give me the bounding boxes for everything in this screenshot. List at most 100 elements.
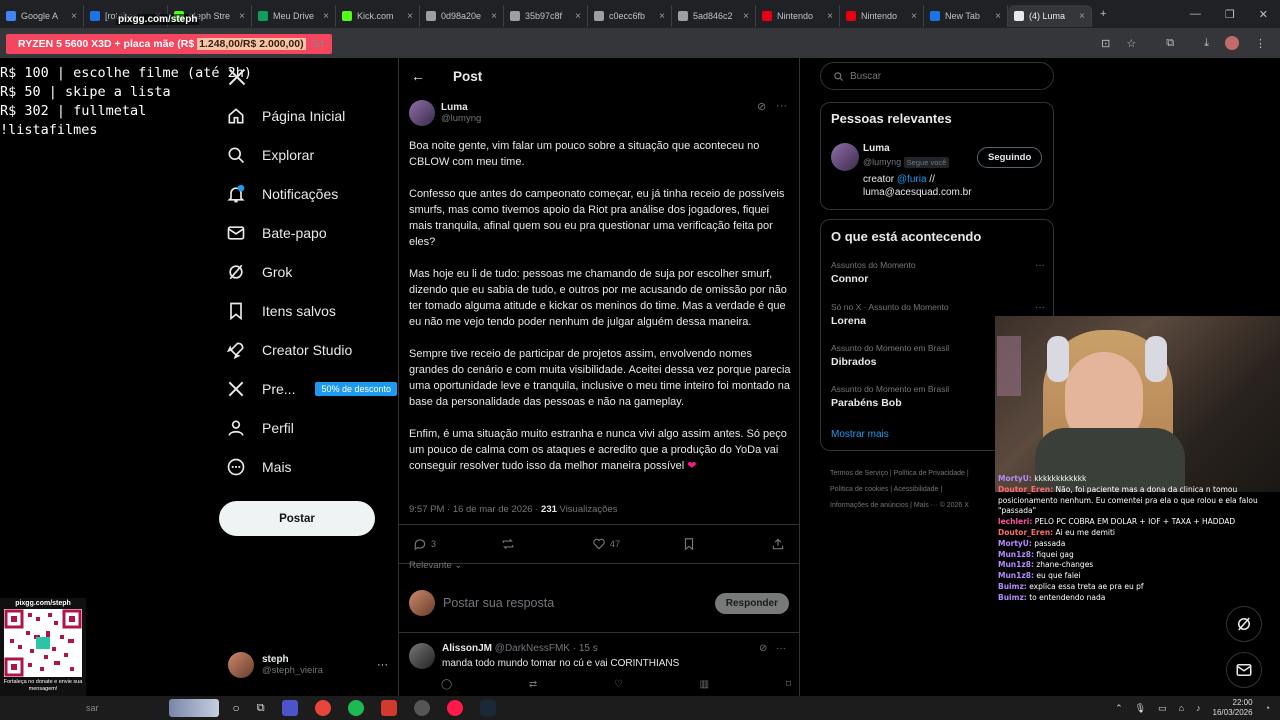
profile-avatar[interactable] — [1225, 36, 1239, 50]
footer-links[interactable]: Política de cookies | Acessibilidade | — [830, 482, 1000, 498]
show-more-link[interactable]: Mostrar mais — [831, 429, 889, 440]
install-icon[interactable]: ⊡ — [1101, 37, 1110, 50]
nav-premium[interactable]: Pre... 50% de desconto — [226, 379, 398, 399]
reply-tweet[interactable]: AlissonJM @DarkNessFMK · 15 s ⊘ ··· mand… — [399, 632, 799, 696]
tab-close-icon[interactable]: × — [491, 11, 497, 22]
chrome-icon[interactable] — [314, 700, 331, 716]
grok-icon[interactable]: ⊘ — [757, 100, 766, 113]
clock[interactable]: 22:00 16/03/2026 — [1213, 698, 1253, 718]
grok-float-button[interactable] — [1226, 606, 1262, 642]
browser-tab[interactable]: 0d98a20e × — [420, 5, 504, 27]
post-button[interactable]: Postar — [219, 501, 375, 536]
widgets-icon[interactable] — [168, 699, 219, 717]
tab-close-icon[interactable]: × — [995, 11, 1001, 22]
nav-explore[interactable]: Explorar — [226, 145, 314, 165]
taskbar-search[interactable]: sar — [86, 703, 99, 713]
share-button[interactable] — [771, 537, 785, 551]
app-icon[interactable] — [281, 700, 298, 716]
sort-dropdown[interactable]: Relevante ⌄ — [409, 560, 462, 571]
browser-tab[interactable]: New Tab × — [924, 5, 1008, 27]
browser-tab[interactable]: 5ad846c2 × — [672, 5, 756, 27]
tab-close-icon[interactable]: × — [575, 11, 581, 22]
nav-home[interactable]: Página Inicial — [226, 106, 345, 126]
reply-submit-button[interactable]: Responder — [714, 592, 789, 614]
close-window-icon[interactable]: ✕ — [1259, 8, 1268, 21]
browser-tab[interactable]: Google A × — [0, 5, 84, 27]
repost-button[interactable] — [501, 537, 515, 551]
trend-item[interactable]: Assuntos do Momento Connor ··· — [831, 260, 1045, 285]
tray-chevron-icon[interactable]: ⌃ — [1115, 703, 1123, 714]
person-name[interactable]: Luma — [863, 143, 890, 154]
nav-more[interactable]: Mais — [226, 457, 292, 477]
more-dots-icon[interactable]: ··· — [377, 659, 388, 671]
following-button[interactable]: Seguindo — [977, 147, 1043, 168]
start-circle-icon[interactable]: ○ — [233, 701, 240, 715]
browser-menu-icon[interactable]: ⋮ — [1255, 37, 1266, 50]
task-view-icon[interactable]: ⧉ — [257, 702, 265, 715]
tab-close-icon[interactable]: × — [1079, 11, 1085, 22]
reply-button[interactable]: 3 — [413, 537, 436, 551]
browser-tab[interactable]: Kick.com × — [336, 5, 420, 27]
tab-close-icon[interactable]: × — [911, 11, 917, 22]
bookmark-star-icon[interactable]: ☆ — [1126, 37, 1136, 50]
browser-tab[interactable]: 35b97c8f × — [504, 5, 588, 27]
footer-links[interactable]: Termos de Serviço | Política de Privacid… — [830, 466, 1000, 482]
repost-icon[interactable]: ⇄ — [529, 679, 537, 690]
browser-tab[interactable]: c0ecc6fb × — [588, 5, 672, 27]
more-dots-icon[interactable]: ··· — [776, 643, 786, 654]
views-icon[interactable]: ▥ — [700, 679, 709, 690]
search-box[interactable]: Buscar — [820, 62, 1054, 90]
tab-close-icon[interactable]: × — [407, 11, 413, 22]
bookmark-button[interactable] — [682, 537, 696, 551]
nav-notifications[interactable]: Notificações — [226, 184, 338, 204]
browser-tab[interactable]: Nintendo × — [840, 5, 924, 27]
back-arrow-icon[interactable]: ← — [411, 68, 425, 84]
notification-icon[interactable]: ◔ — [1265, 703, 1270, 713]
maximize-icon[interactable]: ❐ — [1225, 8, 1235, 21]
extensions-icon[interactable]: ⧉ — [1166, 37, 1174, 50]
footer-links[interactable]: Informações de anúncios | Mais ··· © 202… — [830, 498, 1000, 514]
reply-icon[interactable]: ◯ — [441, 679, 452, 690]
minimize-icon[interactable]: — — [1190, 8, 1201, 20]
nav-creator-studio[interactable]: Creator Studio — [226, 340, 352, 360]
new-tab-icon[interactable]: + — [1100, 8, 1106, 20]
search-input[interactable]: Buscar — [850, 71, 881, 82]
nav-chat[interactable]: Bate-papo — [226, 223, 327, 243]
bio-link[interactable]: @furia — [897, 174, 927, 185]
messages-float-button[interactable] — [1226, 652, 1262, 688]
avatar[interactable] — [831, 143, 859, 171]
tab-close-icon[interactable]: × — [323, 11, 329, 22]
more-dots-icon[interactable]: ··· — [1035, 260, 1045, 271]
volume-icon[interactable]: ♪ — [1196, 703, 1201, 713]
browser-tab[interactable]: (4) Luma × — [1008, 5, 1092, 27]
post-author[interactable]: Luma @lumyng — [409, 100, 481, 126]
reply-input[interactable]: Postar sua resposta — [443, 596, 554, 610]
bookmark-icon[interactable]: ⌑ — [786, 679, 791, 690]
tab-close-icon[interactable]: × — [239, 11, 245, 22]
opera-icon[interactable] — [446, 700, 463, 716]
tab-close-icon[interactable]: × — [827, 11, 833, 22]
download-icon[interactable]: ⤓ — [1204, 37, 1209, 50]
account-switcher[interactable]: steph @steph_vieira ··· — [228, 652, 388, 678]
more-dots-icon[interactable]: ··· — [1035, 302, 1045, 313]
browser-tab[interactable]: Meu Drive × — [252, 5, 336, 27]
spotify-icon[interactable] — [347, 700, 364, 716]
tab-close-icon[interactable]: × — [659, 11, 665, 22]
nav-grok[interactable]: Grok — [226, 262, 292, 282]
steam-icon[interactable] — [479, 700, 496, 716]
battery-icon[interactable]: ▭ — [1158, 703, 1167, 714]
x-logo-icon[interactable] — [227, 67, 247, 87]
more-dots-icon[interactable]: ··· — [776, 100, 787, 112]
grok-icon[interactable]: ⊘ — [759, 643, 767, 654]
like-button[interactable]: 47 — [592, 537, 620, 551]
app-icon[interactable] — [413, 700, 430, 716]
network-icon[interactable]: ⌂ — [1179, 703, 1184, 713]
nav-profile[interactable]: Perfil — [226, 418, 294, 438]
tab-close-icon[interactable]: × — [71, 11, 77, 22]
app-icon[interactable] — [380, 700, 397, 716]
browser-tab[interactable]: Nintendo × — [756, 5, 840, 27]
tab-close-icon[interactable]: × — [743, 11, 749, 22]
mic-icon[interactable]: 🎙 — [1135, 703, 1146, 714]
nav-bookmarks[interactable]: Itens salvos — [226, 301, 336, 321]
heart-icon[interactable]: ♡ — [614, 679, 623, 690]
